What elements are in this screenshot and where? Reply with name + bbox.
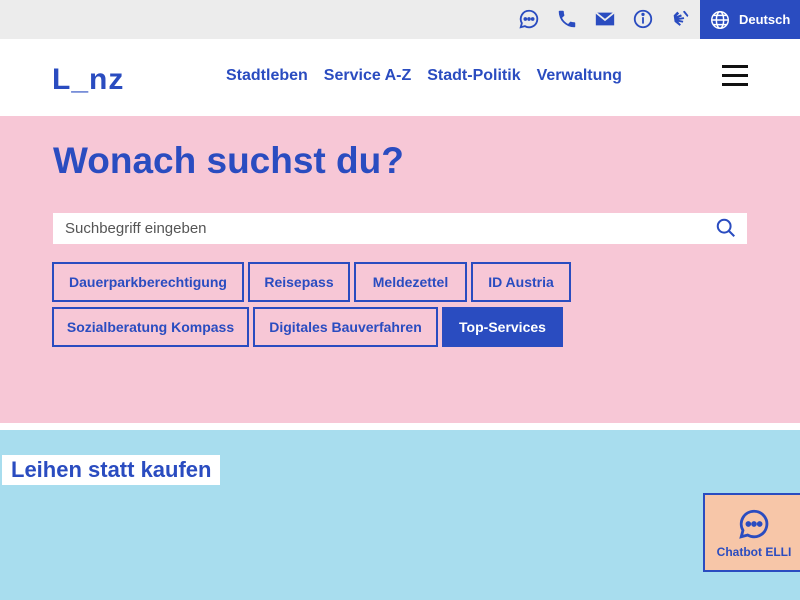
chip-reisepass[interactable]: Reisepass: [248, 262, 350, 302]
main-nav: Stadtleben Service A-Z Stadt-Politik Ver…: [226, 67, 622, 85]
info-icon[interactable]: [631, 7, 655, 31]
language-button[interactable]: Deutsch: [700, 0, 800, 39]
chip-dauerparkberechtigung[interactable]: Dauerparkberechtigung: [52, 262, 244, 302]
nav-service-a-z[interactable]: Service A-Z: [324, 67, 411, 85]
language-label: Deutsch: [739, 12, 791, 27]
nav-verwaltung[interactable]: Verwaltung: [537, 67, 622, 85]
search-section: Wonach suchst du? Dauerparkberechtigung …: [0, 116, 800, 423]
chat-icon[interactable]: [517, 7, 541, 31]
nav-stadtleben[interactable]: Stadtleben: [226, 67, 308, 85]
site-header: L_nz Stadtleben Service A-Z Stadt-Politi…: [0, 39, 800, 116]
hero-title: Leihen statt kaufen: [2, 455, 221, 485]
search-title: Wonach suchst du?: [53, 140, 404, 181]
nav-stadt-politik[interactable]: Stadt-Politik: [427, 67, 520, 85]
phone-icon[interactable]: [555, 7, 579, 31]
logo[interactable]: L_nz: [52, 63, 124, 97]
chip-digitales-bauverfahren[interactable]: Digitales Bauverfahren: [253, 307, 438, 347]
globe-icon: [711, 10, 729, 29]
sign-language-icon[interactable]: [669, 7, 693, 31]
search-input[interactable]: [53, 213, 747, 244]
utility-bar: Deutsch: [0, 0, 800, 39]
chip-meldezettel[interactable]: Meldezettel: [354, 262, 467, 302]
chatbot-button[interactable]: Chatbot ELLI: [703, 493, 800, 572]
mail-icon[interactable]: [593, 7, 617, 31]
chip-id-austria[interactable]: ID Austria: [471, 262, 571, 302]
search-box: [53, 213, 747, 244]
search-icon[interactable]: [715, 217, 737, 239]
hero-section: Leihen statt kaufen: [0, 430, 800, 600]
chat-bubble-icon: [739, 509, 769, 539]
chip-top-services[interactable]: Top-Services: [442, 307, 563, 347]
chatbot-label: Chatbot ELLI: [716, 544, 792, 559]
chip-sozialberatung-kompass[interactable]: Sozialberatung Kompass: [52, 307, 249, 347]
hamburger-menu-icon[interactable]: [722, 65, 748, 87]
